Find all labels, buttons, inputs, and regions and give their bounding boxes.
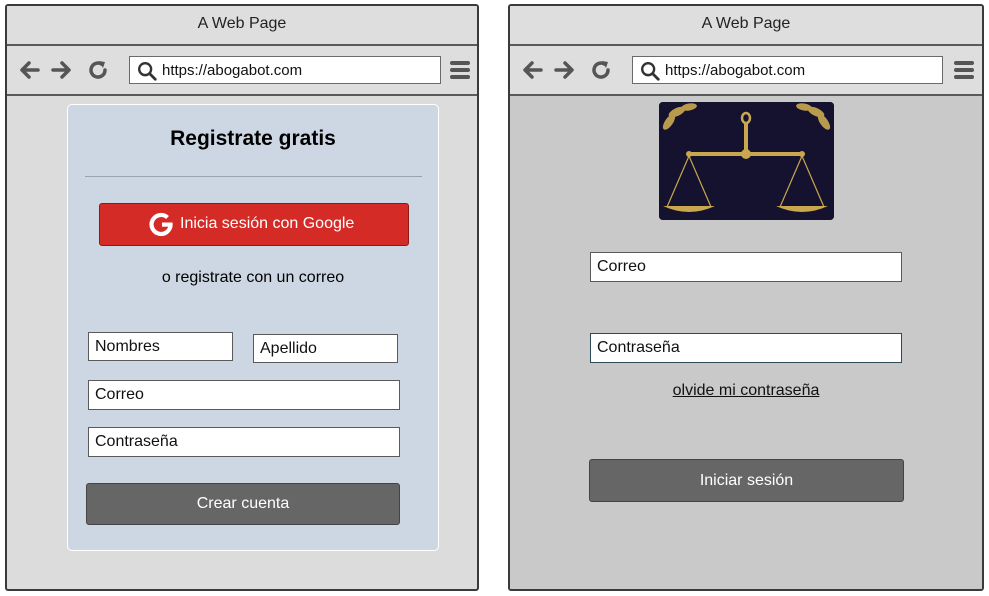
google-icon bbox=[149, 212, 173, 237]
window-title: A Web Page bbox=[510, 6, 982, 46]
hamburger-menu-icon[interactable] bbox=[449, 59, 471, 81]
reload-icon[interactable] bbox=[589, 58, 613, 82]
back-arrow-icon[interactable] bbox=[18, 58, 42, 82]
last-name-field[interactable]: Apellido bbox=[253, 334, 398, 363]
browser-window-register: A Web Page https://abogabot.com Registra… bbox=[5, 4, 479, 591]
or-register-text: o registrate con un correo bbox=[161, 269, 345, 286]
first-name-field[interactable]: Nombres bbox=[88, 332, 233, 361]
browser-window-login: A Web Page https://abogabot.com Correo C… bbox=[508, 4, 984, 591]
card-title: Registrate gratis bbox=[170, 127, 336, 150]
search-icon bbox=[138, 62, 157, 81]
forward-arrow-icon[interactable] bbox=[552, 58, 576, 82]
back-arrow-icon[interactable] bbox=[521, 58, 545, 82]
email-field[interactable]: Correo bbox=[88, 380, 400, 410]
url-text: https://abogabot.com bbox=[162, 62, 303, 79]
address-bar[interactable]: https://abogabot.com bbox=[129, 56, 441, 84]
password-field[interactable]: Contraseña bbox=[88, 427, 400, 457]
login-button[interactable]: Iniciar sesión bbox=[589, 459, 904, 502]
window-title: A Web Page bbox=[7, 6, 477, 46]
email-field[interactable]: Correo bbox=[590, 252, 902, 282]
browser-toolbar: https://abogabot.com bbox=[7, 46, 477, 96]
search-icon bbox=[641, 62, 660, 81]
divider bbox=[85, 176, 422, 177]
page-content: Registrate gratis Inicia sesión con Goog… bbox=[7, 96, 477, 589]
browser-toolbar: https://abogabot.com bbox=[510, 46, 982, 96]
forgot-password-link[interactable]: olvide mi contraseña bbox=[510, 382, 982, 400]
page-content: Correo Contraseña olvide mi contraseña I… bbox=[510, 96, 982, 589]
create-account-button[interactable]: Crear cuenta bbox=[86, 483, 400, 525]
google-signin-button[interactable]: Inicia sesión con Google bbox=[99, 203, 409, 246]
password-field[interactable]: Contraseña bbox=[590, 333, 902, 363]
hamburger-menu-icon[interactable] bbox=[953, 59, 975, 81]
url-text: https://abogabot.com bbox=[665, 62, 806, 79]
address-bar[interactable]: https://abogabot.com bbox=[632, 56, 943, 84]
reload-icon[interactable] bbox=[86, 58, 110, 82]
registration-card: Registrate gratis Inicia sesión con Goog… bbox=[67, 104, 439, 551]
forward-arrow-icon[interactable] bbox=[49, 58, 73, 82]
google-signin-label: Inicia sesión con Google bbox=[180, 215, 355, 232]
scales-of-justice-logo bbox=[659, 102, 834, 220]
